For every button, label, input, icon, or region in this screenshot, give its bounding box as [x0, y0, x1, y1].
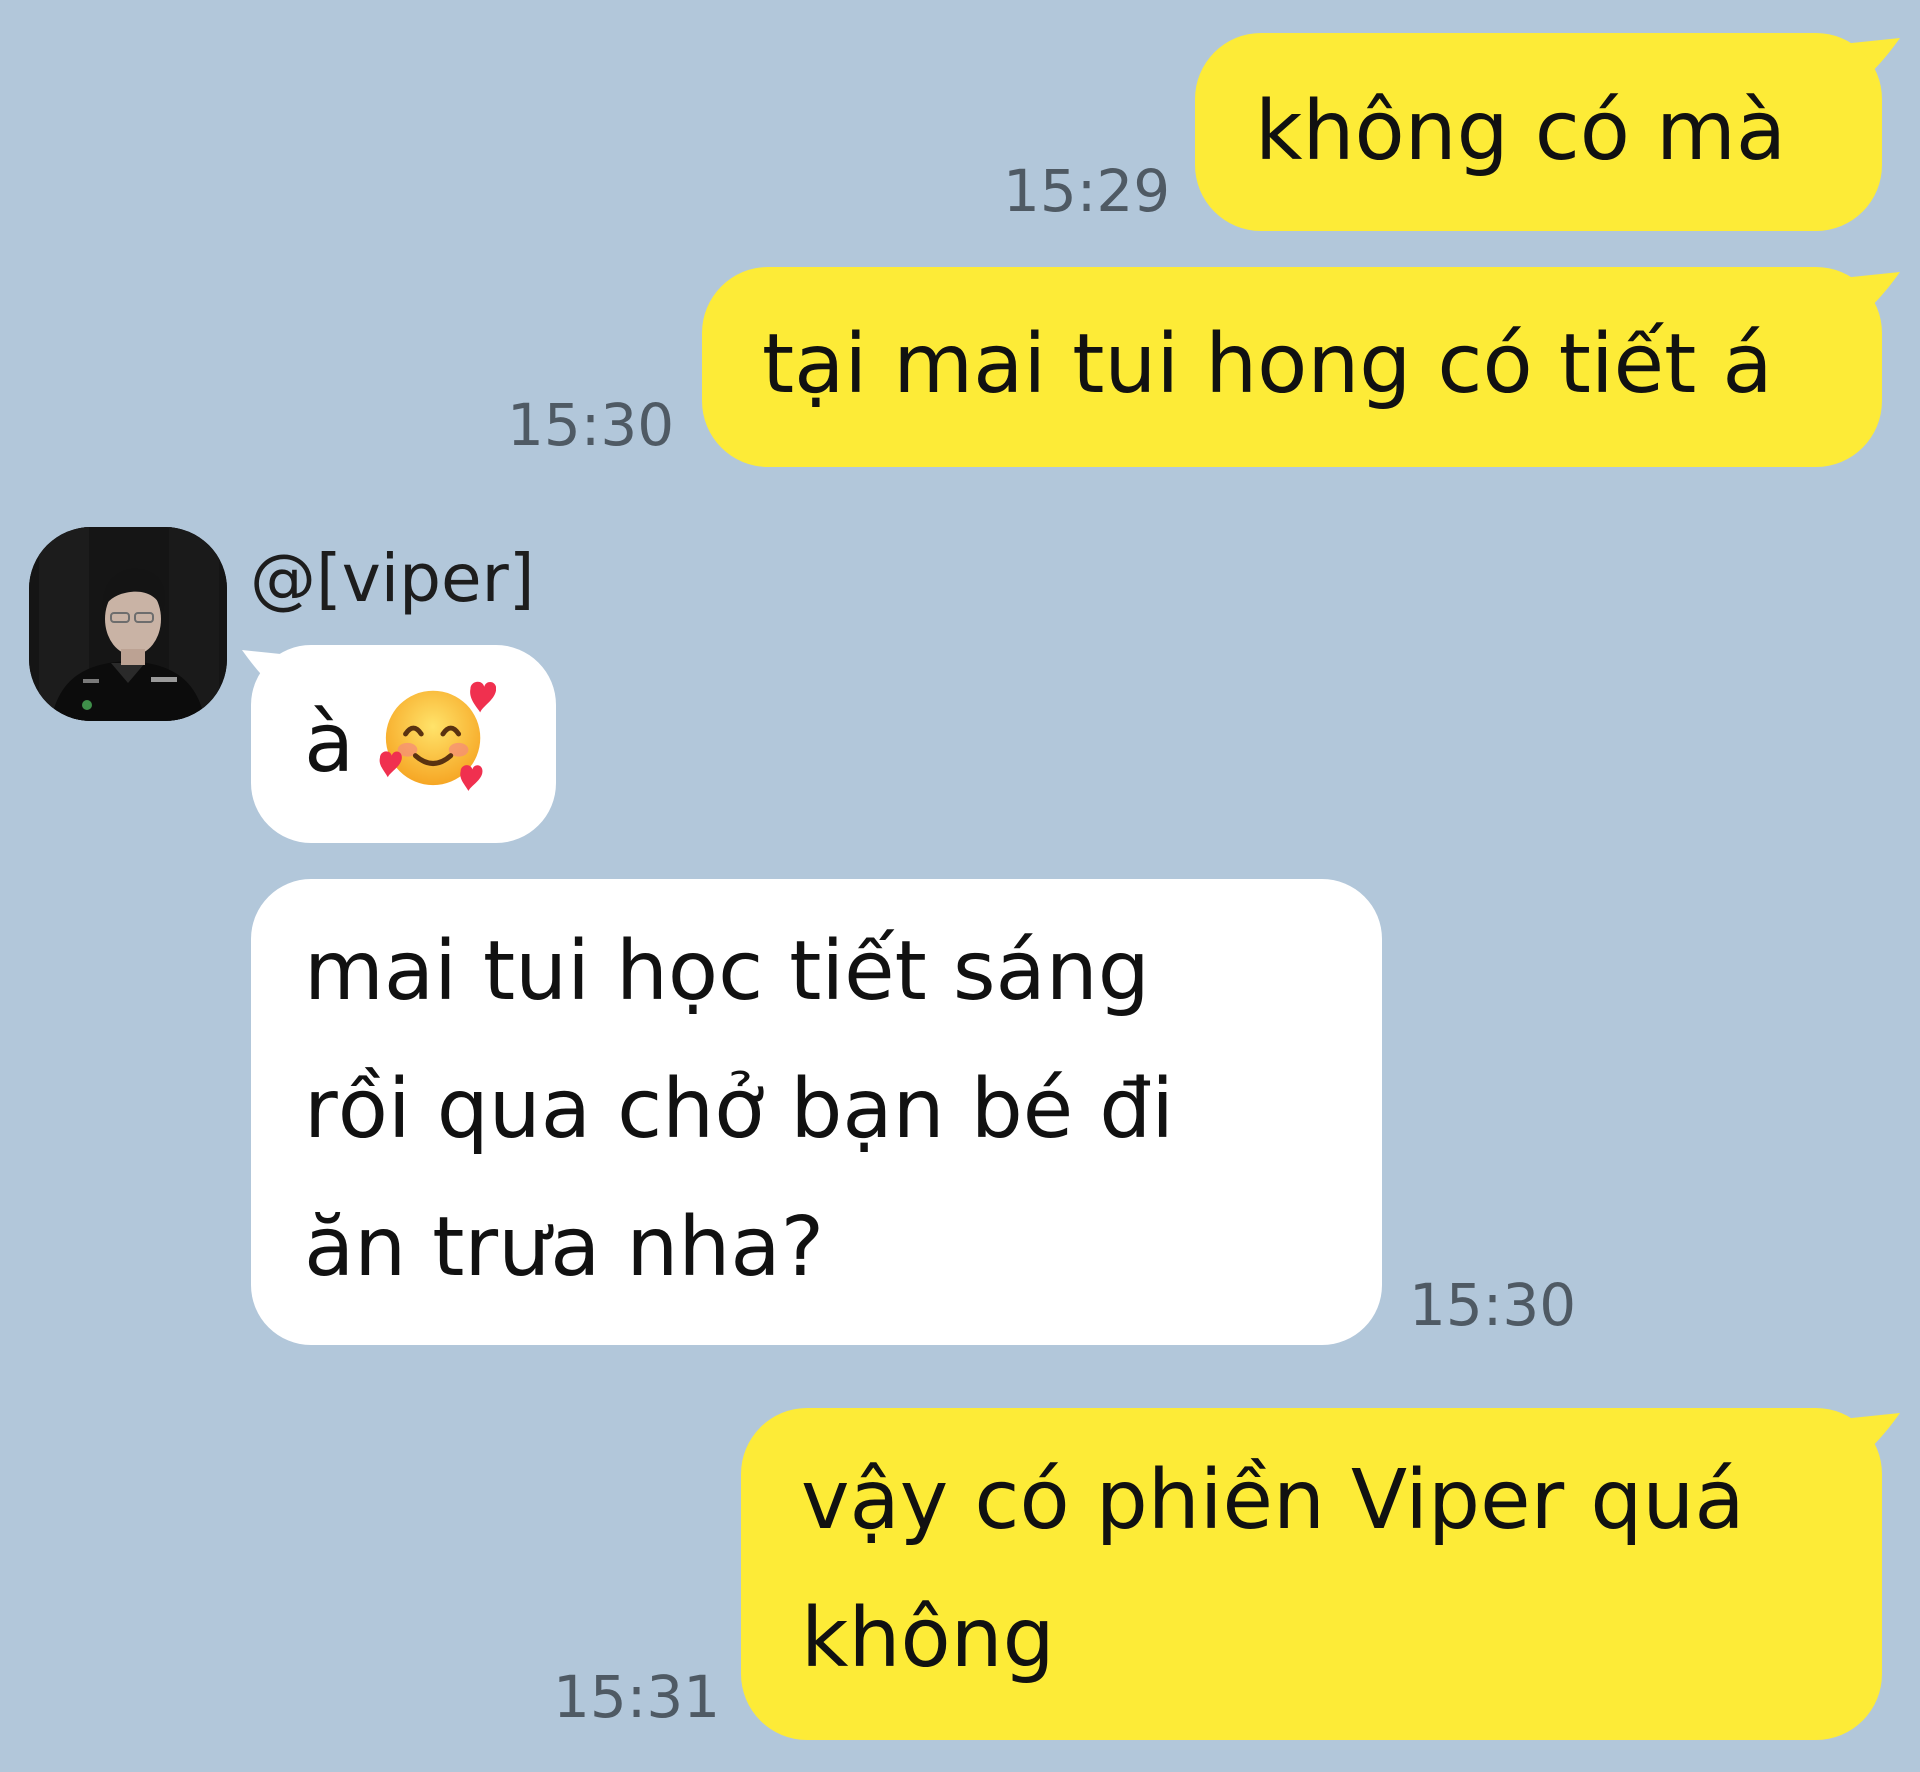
- message-text: à: [304, 696, 355, 791]
- message-text: tại mai tui hong có tiết á: [762, 317, 1773, 412]
- avatar[interactable]: [29, 527, 227, 721]
- message-timestamp: 15:29: [1003, 157, 1171, 225]
- sender-name: @[viper]: [250, 540, 535, 617]
- message-bubble[interactable]: vậy có phiền Viper quá không: [741, 1408, 1882, 1740]
- message-bubble[interactable]: tại mai tui hong có tiết á: [702, 267, 1882, 467]
- message-text: không có mà: [1255, 84, 1787, 179]
- message-text-line: ăn trưa nha?: [304, 1200, 825, 1295]
- message-text-line: vậy có phiền Viper quá: [801, 1453, 1745, 1548]
- message-timestamp: 15:31: [553, 1663, 721, 1731]
- message-bubble[interactable]: không có mà: [1195, 33, 1882, 231]
- viper-profile-photo: [29, 527, 227, 721]
- message-text-line: mai tui học tiết sáng: [304, 924, 1150, 1019]
- message-text-line: không: [801, 1591, 1055, 1686]
- message-bubble[interactable]: à: [251, 645, 556, 843]
- message-timestamp: 15:30: [1409, 1271, 1577, 1339]
- smiling-face-with-hearts-icon: [379, 681, 497, 792]
- message-timestamp: 15:30: [507, 391, 675, 459]
- message-text-line: rồi qua chở bạn bé đi: [304, 1062, 1175, 1157]
- message-bubble[interactable]: mai tui học tiết sáng rồi qua chở bạn bé…: [251, 879, 1382, 1345]
